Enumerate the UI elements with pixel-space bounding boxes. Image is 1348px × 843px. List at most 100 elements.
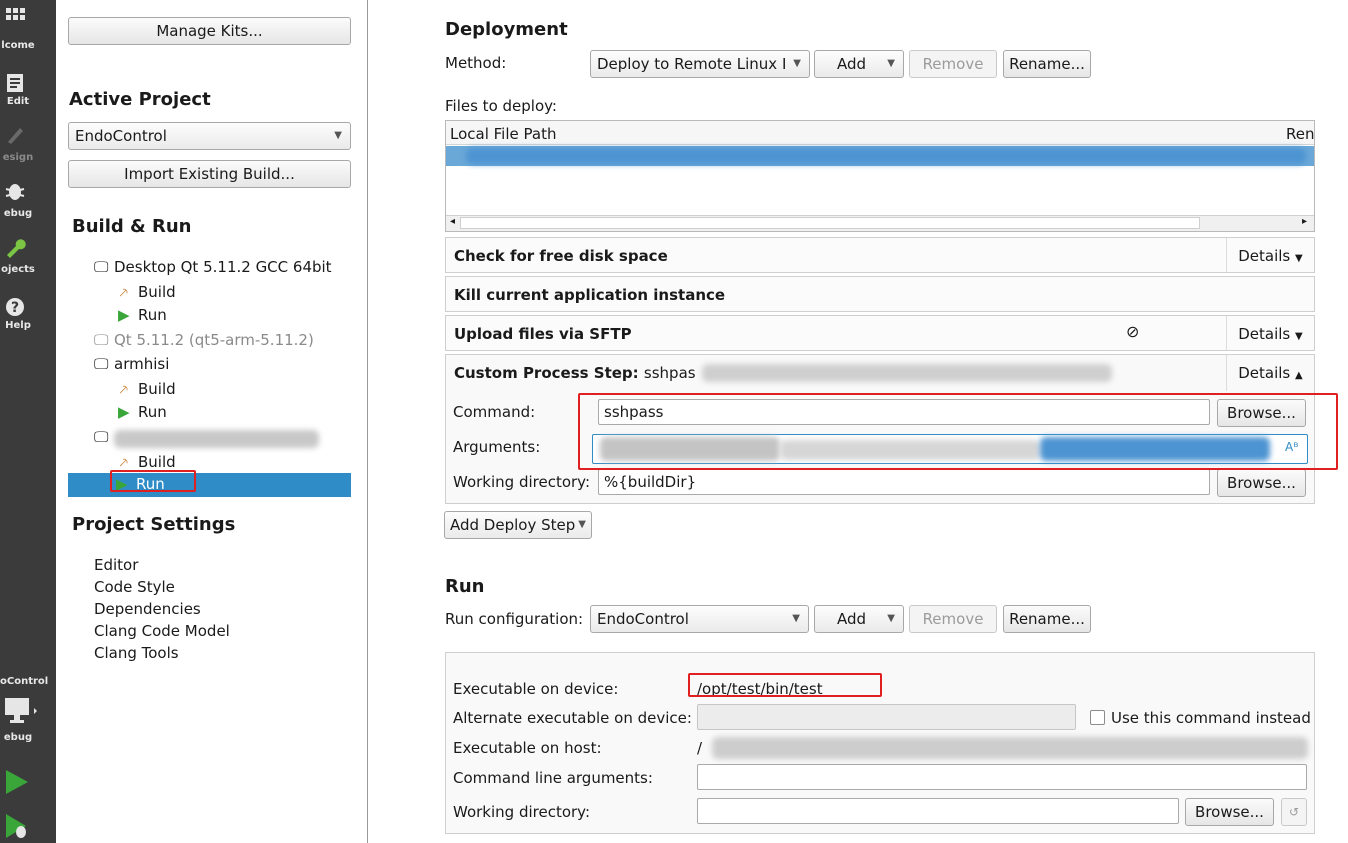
add-deploy-step-button[interactable]: Add Deploy Step ▼ bbox=[444, 511, 592, 539]
settings-item-dependencies[interactable]: Dependencies bbox=[94, 600, 201, 618]
mode-edit[interactable]: Edit bbox=[0, 72, 56, 112]
command-line-arguments-field[interactable] bbox=[697, 764, 1307, 790]
run-remove-button[interactable]: Remove bbox=[909, 605, 997, 633]
reset-icon[interactable]: ↺ bbox=[1281, 798, 1307, 826]
run-add-button[interactable]: Add ▼ bbox=[814, 605, 904, 633]
settings-item-editor[interactable]: Editor bbox=[94, 556, 138, 574]
mode-label: ojects bbox=[1, 264, 35, 275]
variable-chooser-icon[interactable]: Aᴮ bbox=[1285, 440, 1298, 454]
kit-redacted-build[interactable]: ⸕ Build bbox=[118, 452, 176, 472]
active-project-combo[interactable]: EndoControl ▼ bbox=[68, 122, 351, 150]
deploy-remove-button[interactable]: Remove bbox=[909, 50, 997, 78]
alternate-executable-field[interactable] bbox=[697, 704, 1076, 730]
step-title: Custom Process Step: sshpas bbox=[454, 364, 696, 382]
project-settings-heading: Project Settings bbox=[72, 514, 236, 535]
kit-armhisi-build[interactable]: ⸕ Build bbox=[118, 379, 176, 399]
files-table[interactable]: Local File Path Ren ◂ ▸ bbox=[445, 120, 1315, 232]
kit-armhisi[interactable]: 🖵 armhisi bbox=[94, 355, 169, 373]
kit-redacted-run[interactable]: ▶ Run bbox=[68, 473, 351, 497]
mode-debug[interactable]: ebug bbox=[0, 180, 56, 224]
deploy-rename-button[interactable]: Rename... bbox=[1003, 50, 1091, 78]
manage-kits-button[interactable]: Manage Kits... bbox=[68, 17, 351, 45]
use-command-checkbox[interactable] bbox=[1090, 710, 1105, 725]
settings-item-clang-tools[interactable]: Clang Tools bbox=[94, 644, 179, 662]
wrench-icon bbox=[7, 239, 26, 258]
arguments-label: Arguments: bbox=[453, 438, 541, 456]
step-details-button[interactable]: Details ▼ bbox=[1226, 316, 1314, 350]
run-working-directory-field[interactable] bbox=[697, 798, 1179, 824]
document-icon bbox=[7, 74, 23, 92]
col-remote-dir[interactable]: Ren bbox=[1286, 125, 1314, 143]
deploy-add-button[interactable]: Add ▼ bbox=[814, 50, 904, 78]
kit-run-label: Run bbox=[136, 475, 165, 493]
active-project-value: EndoControl bbox=[75, 127, 167, 145]
pencil-icon bbox=[8, 128, 23, 144]
kit-qt-arm[interactable]: 🖵 Qt 5.11.2 (qt5-arm-5.11.2) bbox=[94, 331, 314, 349]
mode-help[interactable]: ? Help bbox=[0, 296, 56, 340]
redacted-arguments-selected bbox=[1040, 437, 1270, 461]
hammer-icon: ⸕ bbox=[118, 283, 130, 301]
mode-projects[interactable]: ojects bbox=[0, 236, 56, 280]
scrollbar-thumb[interactable] bbox=[460, 217, 1200, 229]
files-to-deploy-label: Files to deploy: bbox=[445, 97, 557, 115]
run-configuration-combo[interactable]: EndoControl ▼ bbox=[590, 605, 809, 633]
deploy-step-kill-app: Kill current application instance bbox=[445, 276, 1315, 312]
kit-selector[interactable]: ebug bbox=[0, 696, 56, 748]
use-command-label: Use this command instead bbox=[1111, 709, 1311, 727]
debug-run-button[interactable] bbox=[0, 812, 56, 842]
run-icon bbox=[6, 770, 28, 794]
kit-disabled-icon: 🖵 bbox=[94, 331, 109, 349]
add-deploy-step-label: Add Deploy Step bbox=[450, 516, 576, 534]
command-browse-button[interactable]: Browse... bbox=[1217, 399, 1306, 427]
col-local-path[interactable]: Local File Path bbox=[450, 125, 556, 143]
deploy-method-combo[interactable]: Deploy to Remote Linux I ▼ bbox=[590, 50, 810, 78]
active-project-heading: Active Project bbox=[69, 89, 211, 110]
redacted-kit-name bbox=[114, 430, 319, 448]
chevron-down-icon: ▼ bbox=[1295, 253, 1303, 264]
step-details-button[interactable]: Details ▲ bbox=[1226, 355, 1314, 391]
disable-step-icon[interactable]: ⊘ bbox=[1126, 322, 1139, 341]
settings-item-code-style[interactable]: Code Style bbox=[94, 578, 175, 596]
kit-redacted[interactable]: 🖵 bbox=[94, 428, 114, 446]
chevron-down-icon: ▼ bbox=[792, 613, 800, 624]
redacted-arguments bbox=[600, 437, 780, 461]
build-run-heading: Build & Run bbox=[72, 216, 192, 237]
mode-welcome[interactable]: lcome bbox=[0, 6, 56, 56]
command-field[interactable]: sshpass bbox=[598, 399, 1210, 425]
run-rename-button[interactable]: Rename... bbox=[1003, 605, 1091, 633]
chevron-down-icon: ▼ bbox=[578, 519, 586, 530]
debug-run-icon bbox=[6, 814, 26, 838]
step-title-command: sshpas bbox=[643, 364, 696, 382]
chevron-down-icon: ▼ bbox=[887, 613, 895, 624]
kit-desktop-build[interactable]: ⸕ Build bbox=[118, 282, 176, 302]
mode-design[interactable]: esign bbox=[0, 124, 56, 164]
chevron-down-icon: ▼ bbox=[334, 130, 342, 141]
run-workdir-browse-button[interactable]: Browse... bbox=[1185, 798, 1274, 826]
deployment-title: Deployment bbox=[445, 19, 568, 40]
run-button[interactable] bbox=[0, 768, 56, 800]
working-directory-field[interactable]: %{buildDir} bbox=[598, 469, 1210, 495]
monitor-icon bbox=[5, 698, 37, 723]
kit-armhisi-run[interactable]: ▶ Run bbox=[118, 403, 167, 421]
step-details-button[interactable]: Details ▼ bbox=[1226, 238, 1314, 272]
import-build-button[interactable]: Import Existing Build... bbox=[68, 160, 351, 188]
monitor-icon: 🖵 bbox=[94, 428, 109, 446]
kit-desktop-run[interactable]: ▶ Run bbox=[118, 306, 167, 324]
working-directory-label: Working directory: bbox=[453, 473, 591, 491]
settings-item-clang-code-model[interactable]: Clang Code Model bbox=[94, 622, 230, 640]
deploy-step-disk-space: Check for free disk space Details ▼ bbox=[445, 237, 1315, 273]
scroll-left-icon[interactable]: ◂ bbox=[450, 216, 455, 227]
command-line-arguments-label: Command line arguments: bbox=[453, 769, 653, 787]
workdir-browse-button[interactable]: Browse... bbox=[1217, 469, 1306, 497]
mode-bar: lcome Edit esign ebug ojects ? Help oCon… bbox=[0, 0, 56, 843]
horizontal-scrollbar[interactable]: ◂ ▸ bbox=[446, 215, 1314, 231]
deploy-step-upload-sftp: Upload files via SFTP ⊘ Details ▼ bbox=[445, 315, 1315, 351]
mode-label: Help bbox=[5, 320, 31, 331]
mode-label: Edit bbox=[6, 96, 30, 107]
scroll-right-icon[interactable]: ▸ bbox=[1302, 216, 1307, 227]
kit-selector-label: oControl bbox=[0, 676, 49, 687]
kit-desktop[interactable]: 🖵 Desktop Qt 5.11.2 GCC 64bit bbox=[94, 258, 332, 276]
method-label: Method: bbox=[445, 54, 507, 72]
run-working-directory-label: Working directory: bbox=[453, 803, 591, 821]
deploy-method-value: Deploy to Remote Linux I bbox=[597, 55, 787, 73]
